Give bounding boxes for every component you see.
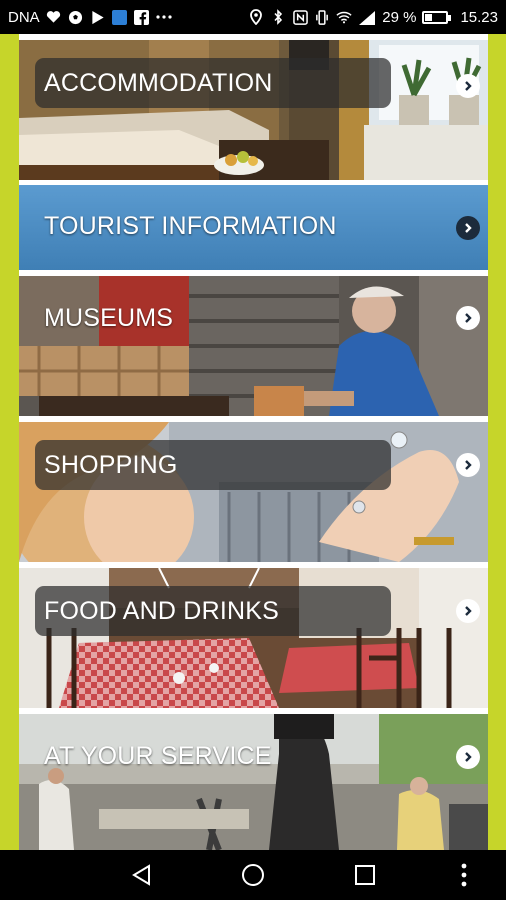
chevron-right-icon — [456, 745, 480, 769]
overflow-menu-button[interactable] — [434, 850, 494, 900]
menu-item-food-and-drinks[interactable]: FOOD AND DRINKS — [19, 568, 488, 708]
chevron-right-icon — [456, 599, 480, 623]
menu-item-tourist-information[interactable]: TOURIST INFORMATION — [19, 185, 488, 270]
facebook-icon — [134, 9, 150, 25]
home-button[interactable] — [223, 850, 283, 900]
menu-item-label: FOOD AND DRINKS — [35, 586, 391, 636]
status-bar: DNA 29 % 15.23 — [0, 0, 506, 34]
menu-item-label: MUSEUMS — [44, 304, 174, 332]
carrier-label: DNA — [8, 8, 40, 26]
more-dots-icon — [156, 9, 172, 25]
recents-icon — [355, 865, 375, 885]
chevron-right-icon — [456, 216, 480, 240]
home-icon — [242, 864, 264, 886]
menu-item-shopping[interactable]: SHOPPING — [19, 422, 488, 562]
signal-icon — [358, 9, 376, 25]
menu-item-label: ACCOMMODATION — [35, 58, 391, 108]
museums-photo — [19, 276, 488, 416]
soccer-ball-icon — [68, 9, 84, 25]
heart-icon — [46, 9, 62, 25]
chevron-right-icon — [456, 453, 480, 477]
battery-percent: 29 % — [382, 8, 417, 26]
vibrate-icon — [314, 9, 330, 25]
location-icon — [248, 9, 264, 25]
nfc-icon — [292, 9, 308, 25]
overflow-menu-icon — [461, 863, 467, 887]
at-your-service-photo — [19, 714, 488, 850]
menu-list: ACCOMMODATION TOURIST INFORMATION MUSEUM… — [19, 34, 488, 850]
back-button[interactable] — [112, 850, 172, 900]
menu-item-accommodation[interactable]: ACCOMMODATION — [19, 40, 488, 180]
chevron-right-icon — [456, 74, 480, 98]
menu-item-label: TOURIST INFORMATION — [44, 212, 337, 240]
menu-item-museums[interactable]: MUSEUMS — [19, 276, 488, 416]
wifi-icon — [336, 9, 352, 25]
app-icon-blue — [112, 9, 128, 25]
chevron-right-icon — [456, 306, 480, 330]
play-store-icon — [90, 9, 106, 25]
clock: 15.23 — [460, 8, 498, 26]
navigation-bar — [0, 850, 506, 900]
battery-icon — [422, 10, 452, 24]
bluetooth-icon — [270, 9, 286, 25]
app-content: ACCOMMODATION TOURIST INFORMATION MUSEUM… — [0, 34, 506, 850]
menu-item-label: SHOPPING — [35, 440, 391, 490]
menu-item-label: AT YOUR SERVICE — [44, 742, 272, 770]
back-icon — [132, 864, 150, 886]
menu-item-at-your-service[interactable]: AT YOUR SERVICE — [19, 714, 488, 850]
recents-button[interactable] — [335, 850, 395, 900]
